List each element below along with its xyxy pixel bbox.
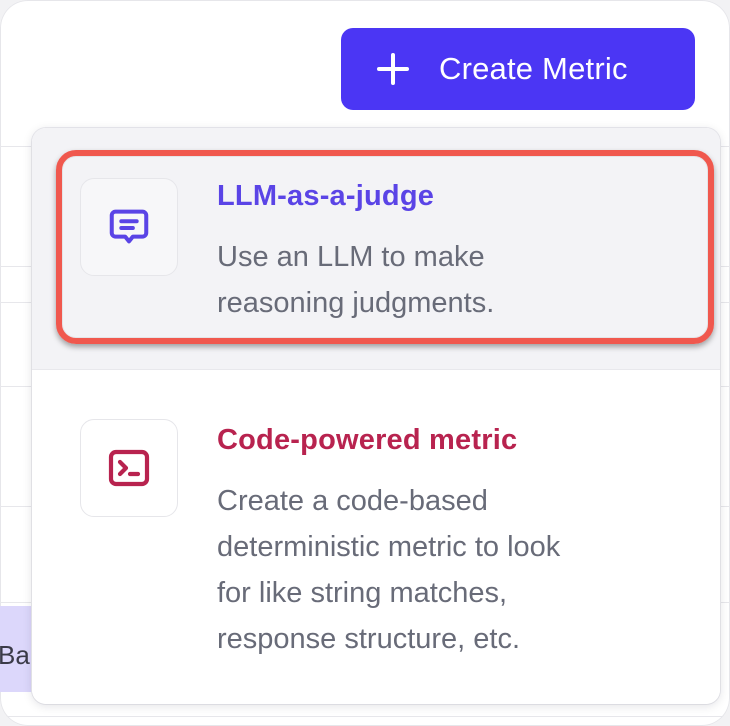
menu-item-description: Create a code-based deterministic metric…: [217, 485, 561, 655]
table-row-divider: [0, 716, 730, 717]
menu-item-title: Code-powered metric: [217, 424, 518, 456]
terminal-icon: [108, 449, 150, 487]
menu-item-description: Use an LLM to make reasoning judgments.: [217, 241, 495, 319]
menu-item-title: LLM-as-a-judge: [217, 180, 435, 212]
plus-icon: [377, 53, 409, 85]
create-metric-button-label: Create Metric: [439, 51, 628, 86]
llm-icon-box: [80, 178, 178, 276]
table-cell-chip-text: Ba: [0, 640, 30, 670]
create-metric-button[interactable]: Create Metric: [341, 28, 695, 110]
menu-item-code-powered-metric[interactable]: Code-powered metric Create a code-based …: [32, 370, 720, 704]
app-window: Ba Create Metric LLM-as-a-judge Use an L…: [0, 0, 730, 726]
code-icon-box: [80, 419, 178, 517]
menu-item-llm-as-a-judge[interactable]: LLM-as-a-judge Use an LLM to make reason…: [32, 128, 720, 370]
create-metric-dropdown: LLM-as-a-judge Use an LLM to make reason…: [32, 128, 720, 704]
chat-message-icon: [109, 209, 149, 244]
